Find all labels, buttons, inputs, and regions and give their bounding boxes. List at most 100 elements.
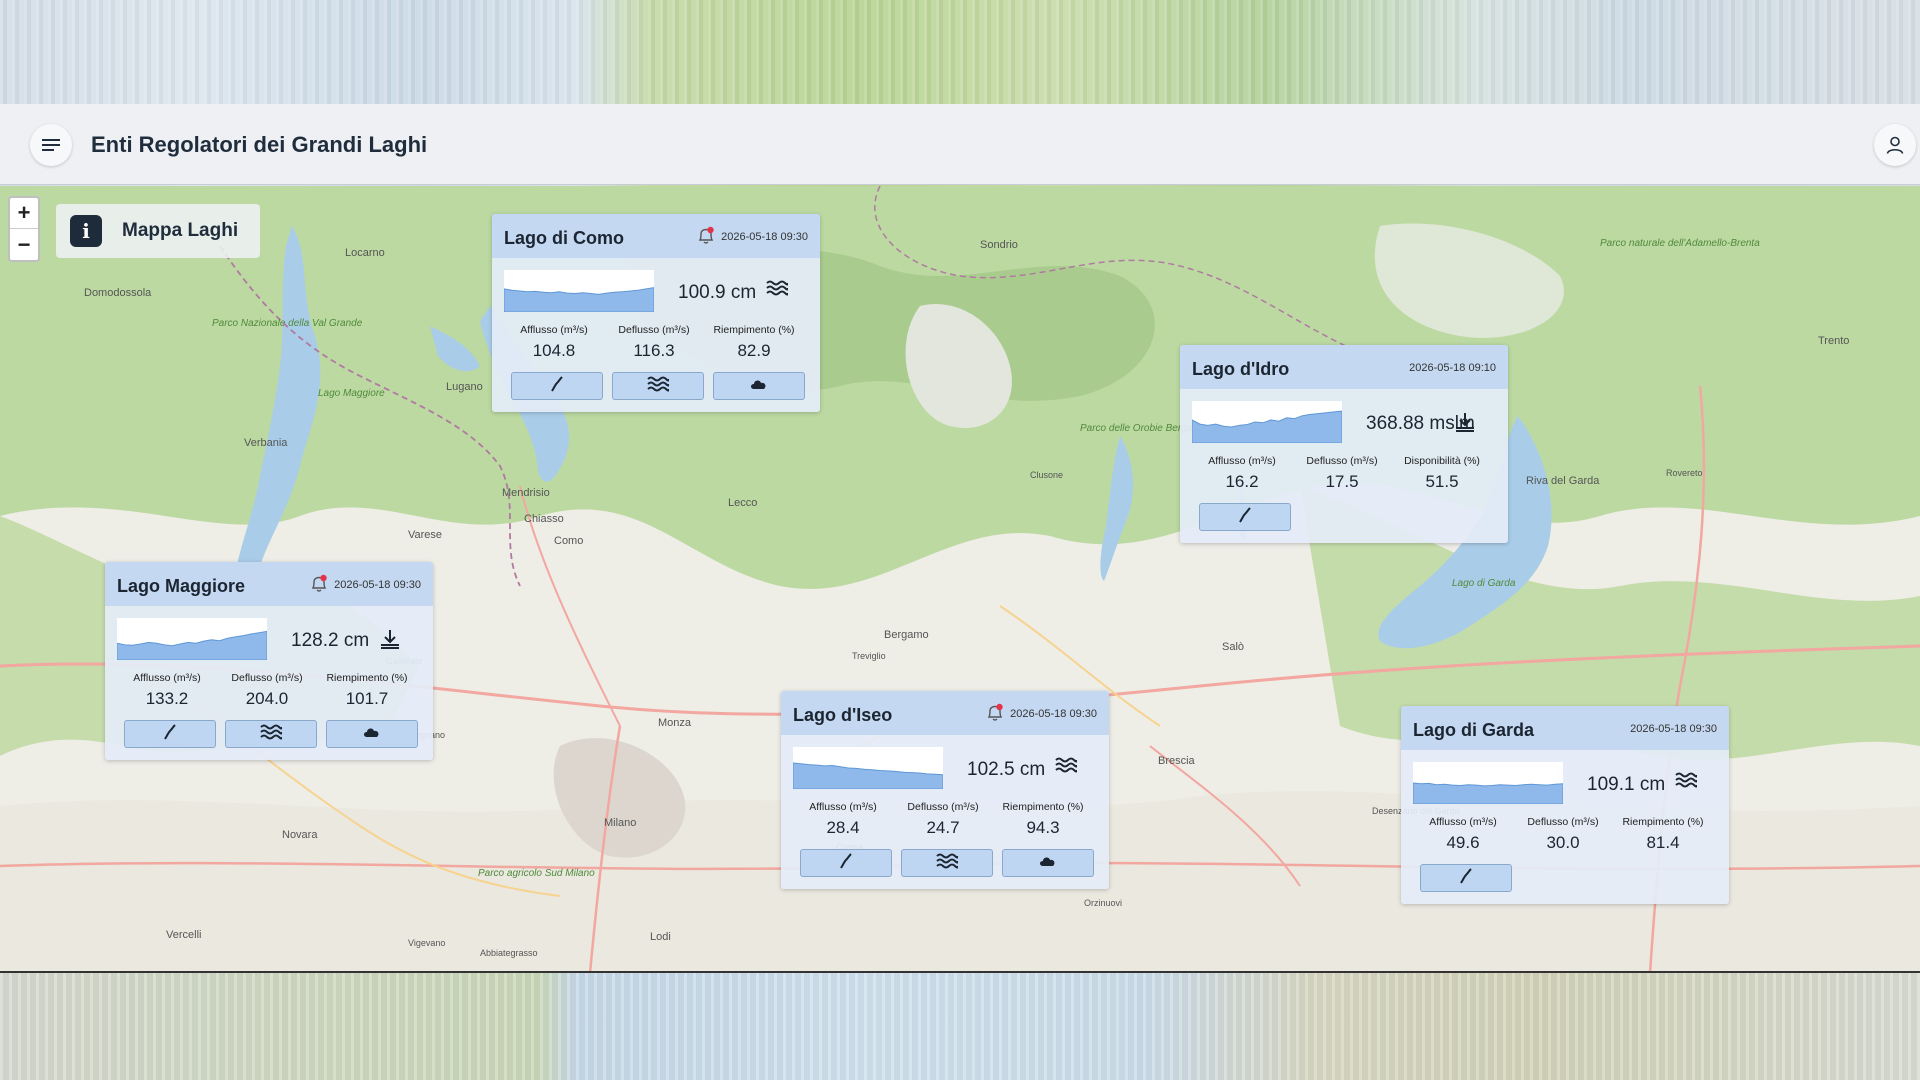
inflow-chart-icon — [162, 723, 178, 745]
map-place-label: Orzinuovi — [1084, 898, 1122, 908]
stat-label: Riempimento (%) — [1002, 801, 1084, 813]
lake-card[interactable]: Lago d'Idro 2026-05-18 09:10 368.88 mslm… — [1180, 345, 1508, 543]
map-place-label: Chiasso — [524, 513, 564, 525]
lake-card[interactable]: Lago d'Iseo 2026-05-18 09:30 102.5 cm Af… — [781, 691, 1109, 889]
sparkline-box — [503, 270, 655, 313]
weather-cloud-button[interactable] — [1002, 849, 1094, 877]
alert-bell-icon[interactable] — [309, 574, 329, 594]
info-icon[interactable]: i — [70, 215, 102, 247]
lake-actions — [800, 849, 1094, 877]
map-place-label: Treviglio — [852, 651, 886, 661]
alert-bell-icon[interactable] — [696, 226, 716, 246]
lake-timestamp: 2026-05-18 09:30 — [1010, 708, 1097, 720]
stat-label: Afflusso (m³/s) — [133, 672, 201, 684]
lake-timestamp: 2026-05-18 09:30 — [1630, 723, 1717, 735]
stat-value: 204.0 — [245, 689, 289, 708]
stat-label: Afflusso (m³/s) — [520, 324, 588, 336]
lake-stats: Afflusso (m³/s) 16.2 Deflusso (m³/s) 17.… — [1192, 455, 1492, 492]
weather-cloud-button[interactable] — [713, 372, 805, 400]
stat-value: 28.4 — [826, 818, 860, 837]
lake-card[interactable]: Lago di Como 2026-05-18 09:30 100.9 cm A… — [492, 214, 820, 412]
lake-card-header: Lago d'Iseo 2026-05-18 09:30 — [781, 691, 1109, 735]
inflow-chart-button[interactable] — [1420, 864, 1512, 892]
lake-name: Lago di Como — [504, 228, 624, 248]
inflow-chart-icon — [838, 852, 854, 874]
stat-value: 116.3 — [633, 341, 675, 360]
stat-label: Deflusso (m³/s) — [1306, 455, 1378, 467]
outflow-waves-button[interactable] — [901, 849, 993, 877]
outflow-waves-button[interactable] — [225, 720, 317, 748]
lake-card-header: Lago di Como 2026-05-18 09:30 — [492, 214, 820, 258]
lake-actions — [1420, 864, 1512, 892]
sparkline-box — [1412, 762, 1564, 805]
level-sparkline — [116, 630, 268, 661]
map-place-label: Lugano — [446, 381, 483, 393]
map-place-label: Parco Nazionale della Val Grande — [212, 318, 363, 329]
stat-value: 17.5 — [1325, 472, 1359, 491]
stat-value: 104.8 — [532, 341, 576, 360]
inflow-chart-button[interactable] — [124, 720, 216, 748]
lake-actions — [511, 372, 805, 400]
map-place-label: Brescia — [1158, 755, 1196, 767]
lake-stats: Afflusso (m³/s) 28.4 Deflusso (m³/s) 24.… — [793, 801, 1093, 838]
map-title: Mappa Laghi — [122, 220, 239, 241]
zoom-out-button[interactable]: − — [10, 229, 38, 260]
lake-timestamp: 2026-05-18 09:10 — [1409, 362, 1496, 374]
stat-label: Afflusso (m³/s) — [809, 801, 877, 813]
map-place-label: Trento — [1818, 335, 1849, 347]
lake-level: 100.9 cm — [678, 282, 757, 303]
zoom-control: + − — [8, 196, 40, 262]
inflow-chart-button[interactable] — [1199, 503, 1291, 531]
sparkline-box — [792, 747, 944, 790]
app-header: Enti Regolatori dei Grandi Laghi — [0, 104, 1920, 185]
map-place-label: Lecco — [728, 497, 757, 509]
inflow-chart-button[interactable] — [800, 849, 892, 877]
map-place-label: Como — [554, 535, 583, 547]
level-sparkline — [792, 762, 944, 790]
stat-value: 81.4 — [1646, 833, 1680, 852]
stat-label: Riempimento (%) — [1622, 816, 1704, 828]
map-place-label: Rovereto — [1666, 468, 1703, 478]
inflow-chart-icon — [1237, 506, 1253, 528]
inflow-chart-button[interactable] — [511, 372, 603, 400]
map-place-label: Verbania — [244, 437, 288, 449]
lake-stat: Afflusso (m³/s) 16.2 — [1192, 455, 1292, 492]
download-level-icon — [1454, 411, 1478, 435]
inflow-chart-icon — [549, 375, 565, 397]
stat-label: Riempimento (%) — [326, 672, 408, 684]
download-level-icon — [379, 628, 403, 652]
lake-stats: Afflusso (m³/s) 133.2 Deflusso (m³/s) 20… — [117, 672, 417, 709]
lake-stat: Riempimento (%) 101.7 — [317, 672, 417, 709]
map-place-label: Riva del Garda — [1526, 475, 1600, 487]
alert-bell-icon[interactable] — [985, 703, 1005, 723]
stat-label: Afflusso (m³/s) — [1208, 455, 1276, 467]
background-top-strip — [0, 0, 1920, 104]
lake-stat: Riempimento (%) 82.9 — [704, 324, 804, 361]
lake-stat: Afflusso (m³/s) 28.4 — [793, 801, 893, 838]
map-place-label: Bergamo — [884, 629, 929, 641]
map-place-label: Lago Maggiore — [318, 388, 385, 399]
map-place-label: Parco naturale dell'Adamello-Brenta — [1600, 238, 1760, 249]
map-place-label: Domodossola — [84, 287, 152, 299]
lake-name: Lago d'Idro — [1192, 359, 1290, 379]
lake-card-header: Lago d'Idro 2026-05-18 09:10 — [1180, 345, 1508, 389]
map-place-label: Salò — [1222, 641, 1244, 653]
map-place-label: Milano — [604, 817, 636, 829]
lake-name: Lago Maggiore — [117, 576, 246, 596]
lake-card[interactable]: Lago di Garda 2026-05-18 09:30 109.1 cm … — [1401, 706, 1729, 904]
map-place-label: Vercelli — [166, 929, 201, 941]
lake-stat: Deflusso (m³/s) 116.3 — [604, 324, 704, 361]
lake-card-header: Lago Maggiore 2026-05-18 09:30 — [105, 562, 433, 606]
stat-label: Deflusso (m³/s) — [231, 672, 303, 684]
water-waves-icon — [1055, 757, 1079, 781]
menu-button[interactable] — [30, 124, 72, 166]
weather-cloud-button[interactable] — [326, 720, 418, 748]
outflow-waves-button[interactable] — [612, 372, 704, 400]
lake-card[interactable]: Lago Maggiore 2026-05-18 09:30 128.2 cm … — [105, 562, 433, 760]
map-place-label: Lago di Garda — [1452, 578, 1516, 589]
stat-value: 133.2 — [145, 689, 189, 708]
stat-value: 30.0 — [1546, 833, 1580, 852]
user-button[interactable] — [1874, 124, 1916, 166]
zoom-in-button[interactable]: + — [10, 198, 38, 229]
map-place-label: Sondrio — [980, 239, 1018, 251]
